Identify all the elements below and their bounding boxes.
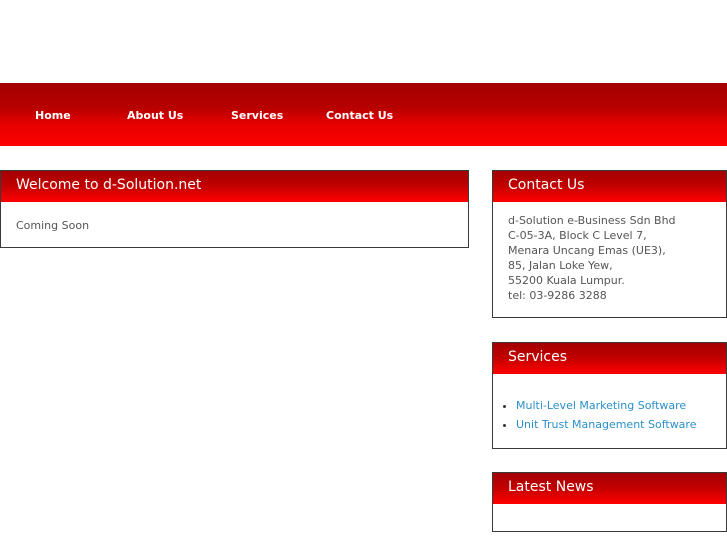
address-line: 55200 Kuala Lumpur.: [508, 274, 625, 287]
services-panel: Services Multi-Level Marketing Software …: [492, 342, 727, 449]
company-name-text: d-Solution e-Business Sdn Bhd: [508, 214, 676, 227]
services-list: Multi-Level Marketing Software Unit Trus…: [493, 374, 726, 434]
mlm-software-link[interactable]: Multi-Level Marketing Software: [516, 399, 686, 412]
address-line: Menara Uncang Emas (UE3),: [508, 244, 666, 257]
welcome-panel: Welcome to d-Solution.net Coming Soon: [0, 170, 469, 248]
latest-news-panel: Latest News: [492, 472, 727, 532]
latest-news-panel-title: Latest News: [493, 473, 726, 504]
services-list-item: Unit Trust Management Software: [516, 415, 726, 434]
nav-services-link[interactable]: Services: [231, 83, 283, 146]
nav-home-link[interactable]: Home: [35, 83, 71, 146]
contact-panel: Contact Us d-Solution e-Business Sdn Bhd…: [492, 170, 727, 318]
contact-address: d-Solution e-Business Sdn Bhd C-05-3A, B…: [493, 202, 726, 316]
main-navbar: Home About Us Services Contact Us: [0, 83, 727, 146]
nav-about-us-link[interactable]: About Us: [127, 83, 183, 146]
welcome-panel-title: Welcome to d-Solution.net: [1, 171, 468, 202]
services-panel-title: Services: [493, 343, 726, 374]
nav-contact-us-link[interactable]: Contact Us: [326, 83, 393, 146]
welcome-panel-body: Coming Soon: [16, 219, 90, 232]
unit-trust-software-link[interactable]: Unit Trust Management Software: [516, 418, 696, 431]
address-line: 85, Jalan Loke Yew,: [508, 259, 613, 272]
services-list-item: Multi-Level Marketing Software: [516, 396, 726, 415]
address-line: C-05-3A, Block C Level 7,: [508, 229, 647, 242]
contact-panel-title: Contact Us: [493, 171, 726, 202]
telephone-text: tel: 03-9286 3288: [508, 289, 607, 302]
